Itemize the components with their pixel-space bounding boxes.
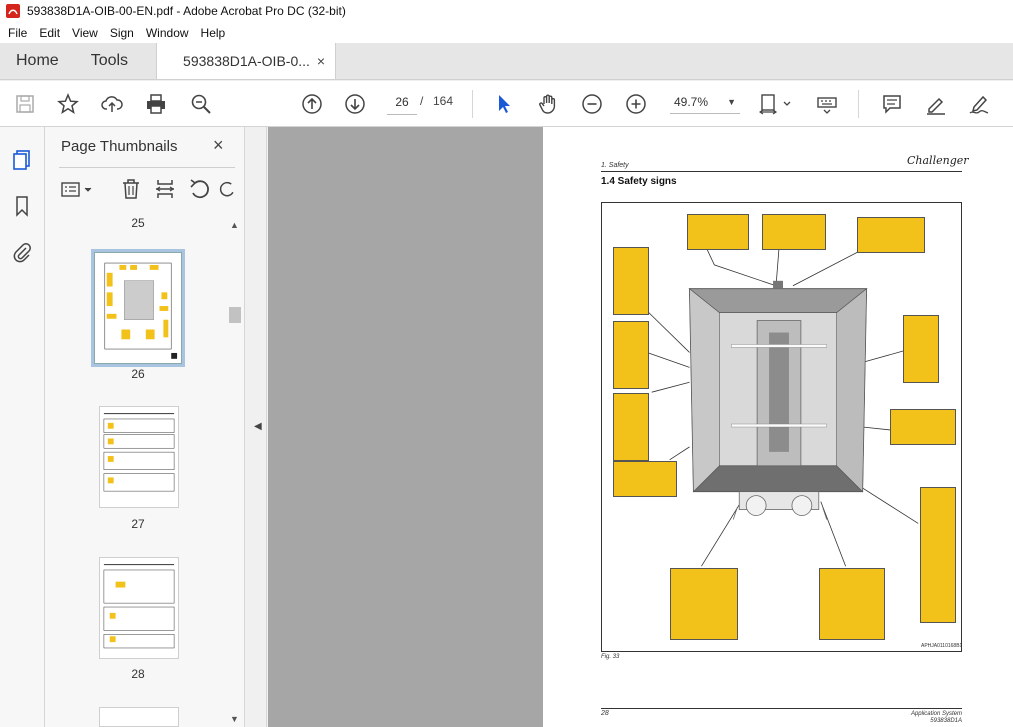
page-total: 164: [433, 94, 454, 108]
star-bookmark-icon[interactable]: [56, 92, 80, 116]
warning-decal: [670, 568, 738, 640]
thumbnails-panel: Page Thumbnails × 25 26 27 28 ▲ ▼: [45, 127, 245, 727]
tab-close-icon[interactable]: ×: [317, 53, 325, 69]
warning-decal: [920, 487, 956, 623]
menu-help[interactable]: Help: [195, 26, 232, 40]
header-rule: [601, 171, 962, 172]
page-thumbnails-icon[interactable]: [11, 149, 33, 171]
tab-document-label: 593838D1A-OIB-0...: [183, 53, 310, 69]
print-icon[interactable]: [144, 92, 168, 116]
save-icon[interactable]: [13, 92, 37, 116]
thumbnail-label: 26: [131, 367, 145, 381]
scroll-down-icon[interactable]: ▼: [230, 714, 239, 724]
panel-title: Page Thumbnails: [61, 138, 178, 155]
zoom-search-icon[interactable]: [189, 92, 213, 116]
warning-decal: [613, 461, 677, 497]
hand-tool-icon[interactable]: [536, 92, 560, 116]
thumbnail-options-icon[interactable]: [59, 177, 95, 201]
toolbar-separator: [472, 90, 473, 118]
thumbnail-label: 25: [131, 216, 145, 230]
warning-decal: [687, 214, 749, 250]
menu-edit[interactable]: Edit: [33, 26, 66, 40]
thumbnail-page-28[interactable]: [99, 557, 179, 659]
delete-trash-icon[interactable]: [119, 177, 143, 201]
page-fit-icon[interactable]: [758, 92, 794, 116]
extract-pages-icon[interactable]: [153, 177, 177, 201]
thumbnail-page-29[interactable]: [99, 707, 179, 727]
sign-pen-icon[interactable]: [967, 92, 991, 116]
figure-caption: Fig. 33: [601, 654, 620, 660]
previous-page-icon[interactable]: [300, 92, 324, 116]
menu-bar: File Edit View Sign Window Help: [0, 22, 1013, 43]
attachment-icon[interactable]: [11, 241, 33, 263]
scrollbar-thumb[interactable]: [229, 307, 241, 323]
tab-row: Home Tools 593838D1A-OIB-0... ×: [0, 43, 1013, 80]
footer-page-number: 28: [601, 710, 609, 717]
zoom-dropdown[interactable]: 49.7% ▼: [670, 90, 740, 114]
rotate-right-icon[interactable]: [219, 177, 237, 201]
zoom-out-icon[interactable]: [580, 92, 604, 116]
figure-code: APHJA0110168B1: [921, 643, 963, 649]
panel-close-icon[interactable]: ×: [213, 135, 224, 156]
chevron-down-icon: ▼: [727, 96, 736, 107]
highlight-pen-icon[interactable]: [924, 92, 948, 116]
toolbar: [0, 81, 1013, 127]
footer-system: Application System: [910, 711, 962, 717]
warning-decal: [613, 247, 649, 315]
divider: [59, 167, 235, 168]
keyboard-tools-icon[interactable]: [815, 92, 839, 116]
tab-home[interactable]: Home: [0, 43, 75, 79]
thumbnail-page-27[interactable]: [99, 406, 179, 508]
scroll-up-icon[interactable]: ▲: [230, 220, 239, 230]
bookmark-icon[interactable]: [11, 195, 33, 217]
zoom-in-icon[interactable]: [624, 92, 648, 116]
page-breadcrumb: 1. Safety: [601, 162, 629, 169]
upload-cloud-icon[interactable]: [100, 92, 124, 116]
warning-decal: [890, 409, 956, 445]
thumbnail-label: 28: [131, 667, 145, 681]
acrobat-pdf-icon: [6, 4, 20, 18]
warning-decal: [613, 393, 649, 461]
next-page-icon[interactable]: [343, 92, 367, 116]
document-area: 1. Safety Challenger 1.4 Safety signs AP…: [268, 127, 1013, 727]
zoom-value: 49.7%: [674, 94, 709, 109]
pdf-page: 1. Safety Challenger 1.4 Safety signs AP…: [543, 127, 1013, 727]
page-separator: /: [420, 94, 424, 108]
title-bar: 593838D1A-OIB-00-EN.pdf - Adobe Acrobat …: [0, 0, 1013, 22]
tab-tools[interactable]: Tools: [75, 43, 144, 79]
page-number-input[interactable]: [387, 89, 417, 115]
warning-decal: [613, 321, 649, 389]
brand-logo: Challenger: [907, 154, 969, 167]
thumbnail-page-26[interactable]: [91, 249, 185, 367]
thumbnail-scrollbar[interactable]: ▲ ▼: [229, 220, 241, 725]
toolbar-separator: [858, 90, 859, 118]
select-cursor-icon[interactable]: [492, 92, 516, 116]
footer-code: 593838D1A: [930, 718, 962, 724]
warning-decal: [857, 217, 925, 253]
safety-signs-figure: [601, 202, 962, 652]
panel-splitter[interactable]: ◀: [245, 127, 267, 727]
tab-document[interactable]: 593838D1A-OIB-0... ×: [156, 43, 337, 79]
rotate-left-icon[interactable]: [187, 177, 211, 201]
section-heading: 1.4 Safety signs: [601, 176, 677, 187]
thumbnail-label: 27: [131, 517, 145, 531]
menu-file[interactable]: File: [2, 26, 33, 40]
window-title: 593838D1A-OIB-00-EN.pdf - Adobe Acrobat …: [27, 4, 346, 18]
footer-rule: [601, 708, 962, 709]
comment-icon[interactable]: [880, 92, 904, 116]
menu-view[interactable]: View: [66, 26, 104, 40]
warning-decal: [903, 315, 939, 383]
warning-decal: [819, 568, 885, 640]
collapse-panel-icon[interactable]: ◀: [254, 421, 262, 432]
warning-decal: [762, 214, 826, 250]
menu-window[interactable]: Window: [140, 26, 195, 40]
menu-sign[interactable]: Sign: [104, 26, 140, 40]
navigation-rail: [0, 127, 45, 727]
